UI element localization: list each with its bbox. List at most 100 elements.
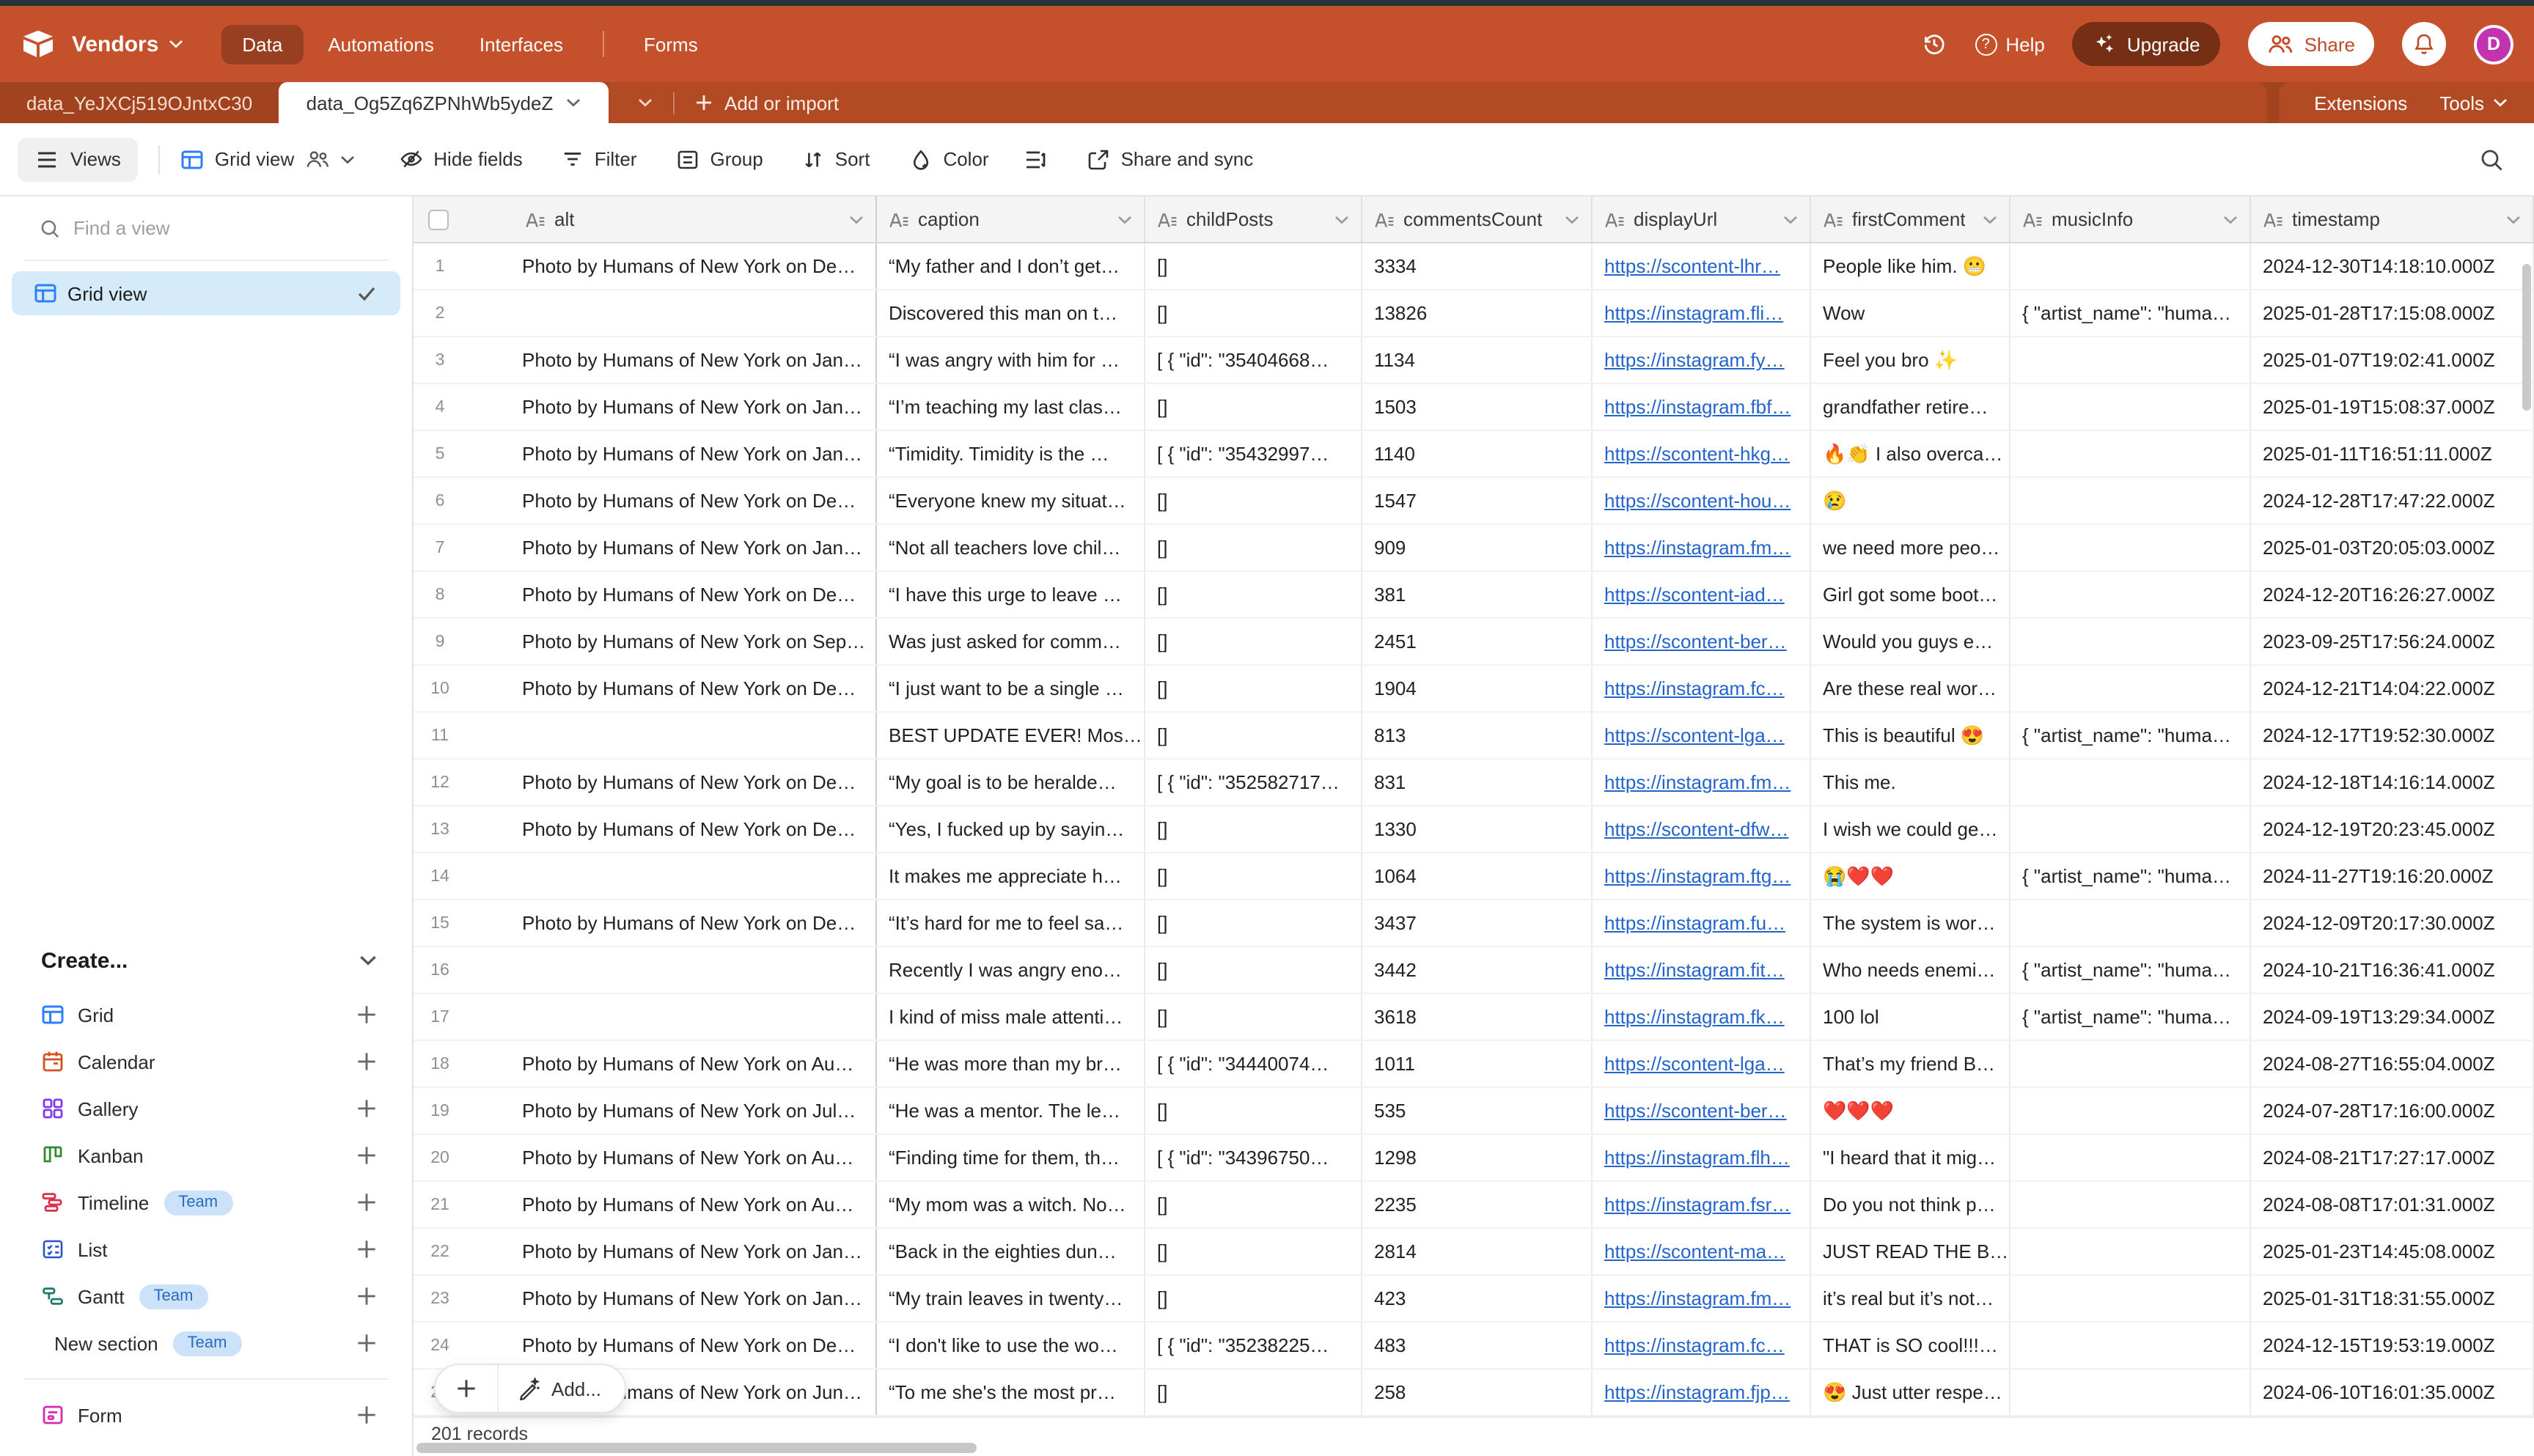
cell-musicInfo[interactable] — [2010, 1276, 2251, 1321]
cell-caption[interactable]: “Yes, I fucked up by sayin… — [877, 806, 1145, 852]
cell-childPosts[interactable]: [] — [1145, 853, 1362, 899]
cell-childPosts[interactable]: [ { "id": "352582717… — [1145, 760, 1362, 805]
table-tab-active[interactable]: data_Og5Zq6ZPNhWb5ydeZ — [279, 82, 609, 123]
cell-musicInfo[interactable] — [2010, 478, 2251, 523]
color-button[interactable]: Color — [909, 147, 988, 171]
cell-musicInfo[interactable] — [2010, 619, 2251, 664]
cell-displayUrl[interactable]: https://scontent-ber… — [1593, 619, 1811, 664]
cell-link[interactable]: https://instagram.fc… — [1604, 677, 1785, 699]
cell-commentsCount[interactable]: 1298 — [1362, 1135, 1593, 1180]
cell-childPosts[interactable]: [] — [1145, 525, 1362, 570]
cell-musicInfo[interactable]: { "artist_name": "huma… — [2010, 713, 2251, 758]
cell-musicInfo[interactable] — [2010, 431, 2251, 477]
cell-commentsCount[interactable]: 1064 — [1362, 853, 1593, 899]
table-row[interactable]: 2Discovered this man on t…[]13826https:/… — [414, 290, 2534, 337]
cell-commentsCount[interactable]: 535 — [1362, 1088, 1593, 1133]
table-chevron-down-icon[interactable] — [566, 95, 581, 110]
column-chevron-down-icon[interactable] — [1117, 215, 1132, 224]
cell-commentsCount[interactable]: 3618 — [1362, 994, 1593, 1040]
table-row[interactable]: 13Photo by Humans of New York on De…“Yes… — [414, 806, 2534, 853]
cell-alt[interactable]: 22Photo by Humans of New York on Jan… — [414, 1229, 877, 1274]
table-row[interactable]: 12Photo by Humans of New York on De…“My … — [414, 760, 2534, 806]
cell-firstComment[interactable]: I wish we could ge… — [1811, 806, 2010, 852]
workspace-name[interactable]: Vendors — [72, 32, 158, 56]
cell-link[interactable]: https://scontent-iad… — [1604, 584, 1785, 606]
cell-alt[interactable]: 21Photo by Humans of New York on Au… — [414, 1182, 877, 1227]
cell-caption[interactable]: “I don't like to use the wo… — [877, 1323, 1145, 1368]
cell-caption[interactable]: Discovered this man on t… — [877, 290, 1145, 336]
cell-commentsCount[interactable]: 909 — [1362, 525, 1593, 570]
cell-musicInfo[interactable] — [2010, 337, 2251, 383]
cell-firstComment[interactable]: 100 lol — [1811, 994, 2010, 1040]
cell-musicInfo[interactable] — [2010, 760, 2251, 805]
sidebar-item-form[interactable]: Form — [0, 1391, 412, 1438]
cell-caption[interactable]: “I just want to be a single … — [877, 666, 1145, 711]
column-chevron-down-icon[interactable] — [1334, 215, 1349, 224]
cell-timestamp[interactable]: 2024-12-20T16:26:27.000Z — [2251, 572, 2534, 617]
cell-alt[interactable]: 23Photo by Humans of New York on Jan… — [414, 1276, 877, 1321]
cell-timestamp[interactable]: 2025-01-19T15:08:37.000Z — [2251, 384, 2534, 430]
find-view-search[interactable] — [23, 196, 389, 261]
sidebar-item-kanban[interactable]: Kanban — [0, 1132, 412, 1179]
cell-childPosts[interactable]: [] — [1145, 900, 1362, 946]
cell-musicInfo[interactable]: { "artist_name": "huma… — [2010, 994, 2251, 1040]
cell-link[interactable]: https://scontent-lga… — [1604, 724, 1785, 746]
add-record-button[interactable] — [436, 1378, 497, 1399]
cell-firstComment[interactable]: This is beautiful 😍 — [1811, 713, 2010, 758]
cell-firstComment[interactable]: we need more peo… — [1811, 525, 2010, 570]
cell-alt[interactable]: 9Photo by Humans of New York on Sep… — [414, 619, 877, 664]
cell-link[interactable]: https://instagram.fjp… — [1604, 1381, 1790, 1403]
cell-displayUrl[interactable]: https://instagram.fm… — [1593, 525, 1811, 570]
nav-tab-forms[interactable]: Forms — [623, 24, 719, 64]
column-header-alt[interactable]: alt — [414, 196, 877, 242]
cell-displayUrl[interactable]: https://instagram.ftg… — [1593, 853, 1811, 899]
cell-timestamp[interactable]: 2025-01-23T14:45:08.000Z — [2251, 1229, 2534, 1274]
cell-musicInfo[interactable] — [2010, 1229, 2251, 1274]
cell-childPosts[interactable]: [ { "id": "35404668… — [1145, 337, 1362, 383]
sidebar-item-grid-view[interactable]: Grid view — [12, 271, 400, 315]
cell-alt[interactable]: 3Photo by Humans of New York on Jan… — [414, 337, 877, 383]
cell-caption[interactable]: “My goal is to be heralde… — [877, 760, 1145, 805]
cell-commentsCount[interactable]: 3442 — [1362, 947, 1593, 993]
nav-tab-data[interactable]: Data — [221, 24, 303, 64]
cell-commentsCount[interactable]: 2814 — [1362, 1229, 1593, 1274]
cell-commentsCount[interactable]: 1134 — [1362, 337, 1593, 383]
cell-childPosts[interactable]: [] — [1145, 994, 1362, 1040]
cell-childPosts[interactable]: [] — [1145, 384, 1362, 430]
table-row[interactable]: 21Photo by Humans of New York on Au…“My … — [414, 1182, 2534, 1229]
cell-commentsCount[interactable]: 1904 — [1362, 666, 1593, 711]
cell-caption[interactable]: “I was angry with him for … — [877, 337, 1145, 383]
cell-alt[interactable]: 8Photo by Humans of New York on De… — [414, 572, 877, 617]
cell-childPosts[interactable]: [] — [1145, 1088, 1362, 1133]
cell-link[interactable]: https://scontent-hou… — [1604, 490, 1791, 512]
cell-musicInfo[interactable] — [2010, 806, 2251, 852]
cell-musicInfo[interactable] — [2010, 243, 2251, 289]
cell-childPosts[interactable]: [] — [1145, 572, 1362, 617]
cell-timestamp[interactable]: 2024-12-28T17:47:22.000Z — [2251, 478, 2534, 523]
cell-childPosts[interactable]: [] — [1145, 290, 1362, 336]
table-row[interactable]: 8Photo by Humans of New York on De…“I ha… — [414, 572, 2534, 619]
cell-link[interactable]: https://scontent-dfw… — [1604, 818, 1788, 840]
table-row[interactable]: 15Photo by Humans of New York on De…“It’… — [414, 900, 2534, 947]
find-view-input[interactable] — [73, 217, 337, 239]
sidebar-item-list[interactable]: List — [0, 1226, 412, 1273]
cell-displayUrl[interactable]: https://instagram.fm… — [1593, 760, 1811, 805]
column-chevron-down-icon[interactable] — [2223, 215, 2238, 224]
cell-alt[interactable]: 17 — [414, 994, 877, 1040]
cell-displayUrl[interactable]: https://scontent-hou… — [1593, 478, 1811, 523]
cell-timestamp[interactable]: 2024-12-17T19:52:30.000Z — [2251, 713, 2534, 758]
cell-alt[interactable]: 5Photo by Humans of New York on Jan… — [414, 431, 877, 477]
table-row[interactable]: 3Photo by Humans of New York on Jan…“I w… — [414, 337, 2534, 384]
cell-alt[interactable]: 4Photo by Humans of New York on Jan… — [414, 384, 877, 430]
cell-timestamp[interactable]: 2024-09-19T13:29:34.000Z — [2251, 994, 2534, 1040]
cell-commentsCount[interactable]: 1140 — [1362, 431, 1593, 477]
cell-link[interactable]: https://instagram.fc… — [1604, 1334, 1785, 1356]
cell-childPosts[interactable]: [] — [1145, 1369, 1362, 1415]
cell-alt[interactable]: 1Photo by Humans of New York on De… — [414, 243, 877, 289]
table-row[interactable]: 10Photo by Humans of New York on De…“I j… — [414, 666, 2534, 713]
cell-displayUrl[interactable]: https://instagram.fli… — [1593, 290, 1811, 336]
cell-link[interactable]: https://instagram.fit… — [1604, 959, 1785, 981]
table-row[interactable]: 5Photo by Humans of New York on Jan…“Tim… — [414, 431, 2534, 478]
cell-timestamp[interactable]: 2024-12-18T14:16:14.000Z — [2251, 760, 2534, 805]
cell-displayUrl[interactable]: https://scontent-dfw… — [1593, 806, 1811, 852]
